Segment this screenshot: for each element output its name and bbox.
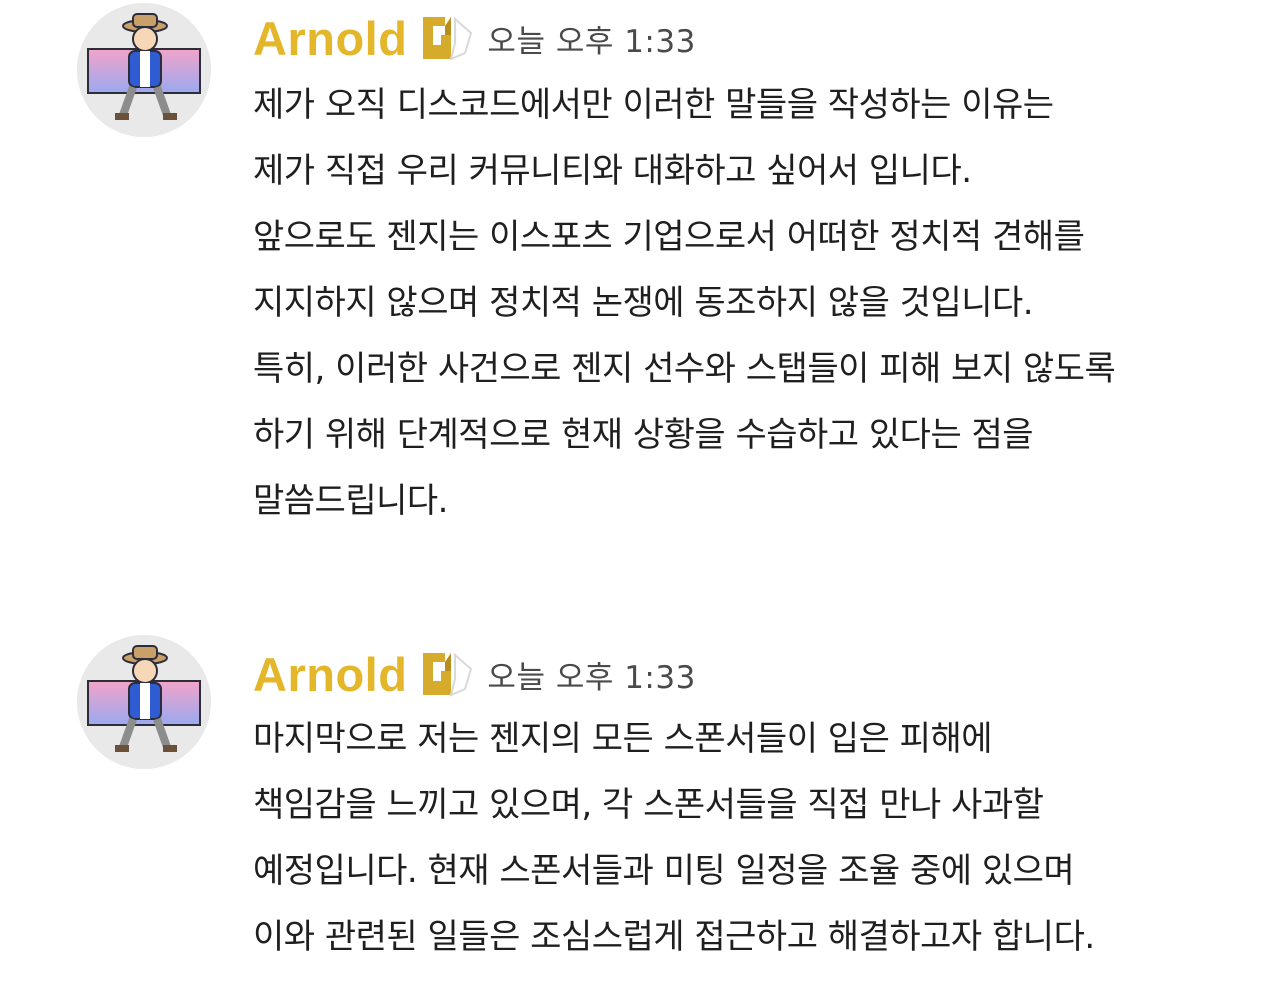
message-line: 이와 관련된 일들은 조심스럽게 접근하고 해결하고자 합니다. xyxy=(253,917,1095,957)
message-line: 말씀드립니다. xyxy=(253,481,449,521)
avatar[interactable] xyxy=(77,635,211,769)
message-line: 특히, 이러한 사건으로 젠지 선수와 스탭들이 피해 보지 않도록 xyxy=(253,349,1116,389)
message-line: 마지막으로 저는 젠지의 모든 스폰서들이 입은 피해에 xyxy=(253,719,993,759)
username[interactable]: Arnold xyxy=(253,647,407,702)
message-line: 예정입니다. 현재 스폰서들과 미팅 일정을 조율 중에 있으며 xyxy=(253,851,1075,891)
avatar-image xyxy=(77,3,211,137)
message-line: 하기 위해 단계적으로 현재 상황을 수습하고 있다는 점을 xyxy=(253,415,1034,455)
message-line: 앞으로도 젠지는 이스포츠 기업으로서 어떠한 정치적 견해를 xyxy=(253,217,1085,257)
gen-g-logo-icon xyxy=(421,649,481,699)
gen-g-logo-icon xyxy=(421,13,481,63)
message-line: 제가 오직 디스코드에서만 이러한 말들을 작성하는 이유는 xyxy=(253,85,1054,125)
message-body: 제가 오직 디스코드에서만 이러한 말들을 작성하는 이유는 제가 직접 우리 … xyxy=(253,72,1253,534)
avatar-image xyxy=(77,635,211,769)
username[interactable]: Arnold xyxy=(253,11,407,66)
message-header: Arnold 오늘 오후 1:33 xyxy=(253,10,696,66)
avatar[interactable] xyxy=(77,3,211,137)
timestamp: 오늘 오후 1:33 xyxy=(487,23,696,60)
message-body: 마지막으로 저는 젠지의 모든 스폰서들이 입은 피해에 책임감을 느끼고 있으… xyxy=(253,706,1253,970)
timestamp: 오늘 오후 1:33 xyxy=(487,659,696,696)
message-line: 지지하지 않으며 정치적 논쟁에 동조하지 않을 것입니다. xyxy=(253,283,1034,323)
message-line: 책임감을 느끼고 있으며, 각 스폰서들을 직접 만나 사과할 xyxy=(253,785,1044,825)
message-header: Arnold 오늘 오후 1:33 xyxy=(253,646,696,702)
message-line: 제가 직접 우리 커뮤니티와 대화하고 싶어서 입니다. xyxy=(253,151,972,191)
